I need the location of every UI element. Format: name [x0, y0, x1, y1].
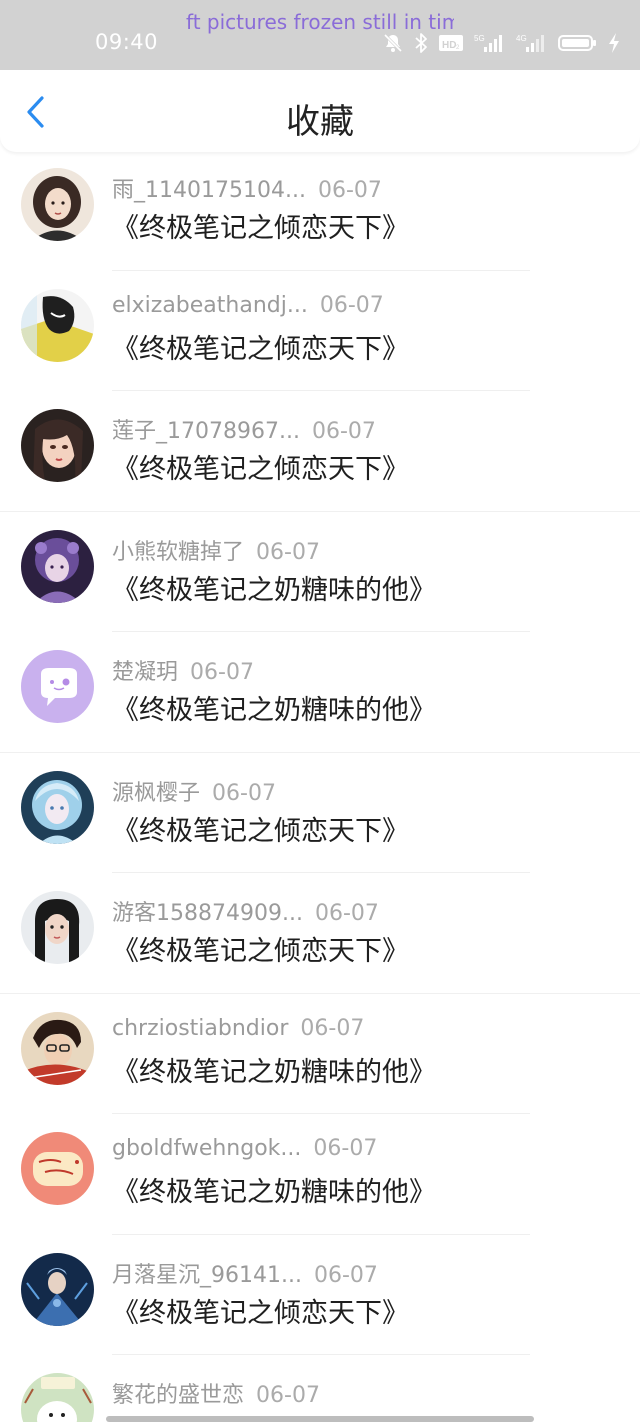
user-name[interactable]: 小熊软糖掉了	[112, 540, 244, 565]
favorites-screen: ft pictures frozen still in tim 09:40 HD…	[0, 0, 640, 1422]
item-date: 06-07	[256, 539, 320, 565]
item-date: 06-07	[319, 292, 384, 318]
avatar[interactable]	[21, 409, 94, 482]
avatar[interactable]	[21, 650, 94, 723]
book-title[interactable]: 《终极笔记之奶糖味的他》	[112, 688, 436, 727]
user-name[interactable]: 莲子_17078967...	[112, 419, 300, 444]
status-icons: HD 2 5G 4G	[382, 30, 620, 56]
list-item[interactable]: chrziostiabndior 06-07 《终极笔记之奶糖味的他》	[0, 994, 640, 1114]
user-name[interactable]: 楚凝玥	[112, 660, 178, 685]
charging-icon	[609, 33, 619, 53]
list-item[interactable]: 游客158874909... 06-07 《终极笔记之倾恋天下》	[0, 873, 640, 994]
book-title[interactable]: 《终极笔记之倾恋天下》	[112, 1291, 409, 1330]
list-item[interactable]: 繁花的盛世恋06-07 《终极笔记之奶糖味的他》	[0, 1355, 640, 1422]
user-name[interactable]: 游客158874909...	[112, 901, 303, 926]
avatar[interactable]	[21, 891, 94, 964]
item-meta: elxizabeathandj... 06-07	[112, 293, 384, 318]
item-meta: 繁花的盛世恋 06-07	[112, 1377, 320, 1409]
book-title[interactable]: 《终极笔记之奶糖味的他》	[112, 1050, 436, 1089]
item-date: 06-07	[314, 901, 379, 926]
avatar[interactable]	[21, 1373, 94, 1422]
hd-icon: HD 2	[439, 35, 463, 51]
list-item[interactable]: 楚凝玥 06-07 《终极笔记之奶糖味的他》	[0, 632, 640, 753]
avatar[interactable]	[21, 1252, 94, 1326]
item-meta: 源枫樱子 06-07	[112, 775, 276, 807]
item-date: 06-07	[313, 1136, 378, 1161]
list-item[interactable]: 小熊软糖掉了 06-07 《终极笔记之奶糖味的他》	[0, 512, 640, 632]
avatar[interactable]	[21, 1132, 94, 1205]
item-meta: chrziostiabndior 06-07	[112, 1016, 364, 1041]
book-title[interactable]: 《终极笔记之奶糖味的他》	[112, 568, 436, 607]
book-title[interactable]: 《终极笔记之倾恋天下》	[112, 447, 409, 486]
page-title: 收藏	[286, 102, 354, 142]
avatar[interactable]	[21, 168, 94, 241]
item-meta: 楚凝玥 06-07	[112, 654, 254, 686]
mute-icon	[383, 33, 403, 53]
item-date: 06-07	[190, 660, 254, 685]
user-name[interactable]: 雨_1140175104...	[112, 178, 306, 203]
item-meta: 莲子_17078967... 06-07	[112, 413, 376, 445]
list-item[interactable]: 莲子_17078967... 06-07 《终极笔记之倾恋天下》	[0, 391, 640, 512]
signal-4g-icon: 4G	[516, 34, 544, 52]
user-name[interactable]: gboldfwehngok...	[112, 1136, 301, 1161]
signal-5g-icon: 5G	[474, 34, 502, 52]
avatar[interactable]	[21, 770, 94, 844]
user-name[interactable]: 繁花的盛世恋	[112, 1383, 244, 1408]
item-date: 06-07	[256, 1383, 320, 1408]
svg-text:4G: 4G	[516, 34, 527, 43]
battery-icon	[558, 35, 596, 51]
item-meta: 月落星沉_96141... 06-07	[112, 1257, 378, 1289]
list-item[interactable]: 源枫樱子 06-07 《终极笔记之倾恋天下》	[0, 753, 640, 873]
item-date: 06-07	[300, 1015, 365, 1041]
book-title[interactable]: 《终极笔记之倾恋天下》	[112, 327, 409, 366]
list-item[interactable]: 雨_1140175104... 06-07 《终极笔记之倾恋天下》	[0, 150, 640, 271]
book-title[interactable]: 《终极笔记之倾恋天下》	[112, 929, 409, 968]
item-date: 06-07	[313, 1262, 378, 1288]
user-name[interactable]: chrziostiabndior	[112, 1016, 288, 1041]
item-meta: 小熊软糖掉了 06-07	[112, 534, 320, 566]
bluetooth-icon	[415, 33, 427, 53]
favorites-list: 雨_1140175104... 06-07 《终极笔记之倾恋天下》 elxizab…	[0, 150, 640, 1422]
list-item[interactable]: 月落星沉_96141... 06-07 《终极笔记之倾恋天下》	[0, 1235, 640, 1355]
svg-text:5G: 5G	[474, 34, 485, 43]
book-title[interactable]: 《终极笔记之倾恋天下》	[112, 206, 409, 245]
item-meta: 游客158874909... 06-07	[112, 895, 379, 927]
book-title[interactable]: 《终极笔记之倾恋天下》	[112, 809, 409, 848]
scrollbar[interactable]	[106, 1416, 534, 1422]
avatar[interactable]	[21, 529, 94, 603]
list-item[interactable]: gboldfwehngok... 06-07 《终极笔记之奶糖味的他》	[0, 1114, 640, 1235]
item-date: 06-07	[212, 780, 276, 806]
top-navigation-bar: 收藏	[0, 70, 640, 152]
user-name[interactable]: elxizabeathandj...	[112, 293, 308, 318]
item-meta: gboldfwehngok... 06-07	[112, 1136, 377, 1161]
user-name[interactable]: 源枫樱子	[112, 781, 200, 806]
status-bar: ft pictures frozen still in tim 09:40 HD…	[0, 0, 640, 70]
svg-text:HD: HD	[442, 40, 456, 51]
item-date: 06-07	[311, 419, 376, 444]
status-time: 09:40	[95, 30, 159, 54]
user-name[interactable]: 月落星沉_96141...	[112, 1263, 302, 1288]
item-meta: 雨_1140175104... 06-07	[112, 172, 382, 204]
avatar[interactable]	[21, 288, 94, 362]
book-title[interactable]: 《终极笔记之奶糖味的他》	[112, 1170, 436, 1209]
list-item[interactable]: elxizabeathandj... 06-07 《终极笔记之倾恋天下》	[0, 271, 640, 391]
item-date: 06-07	[317, 178, 382, 203]
avatar[interactable]	[21, 1011, 94, 1085]
